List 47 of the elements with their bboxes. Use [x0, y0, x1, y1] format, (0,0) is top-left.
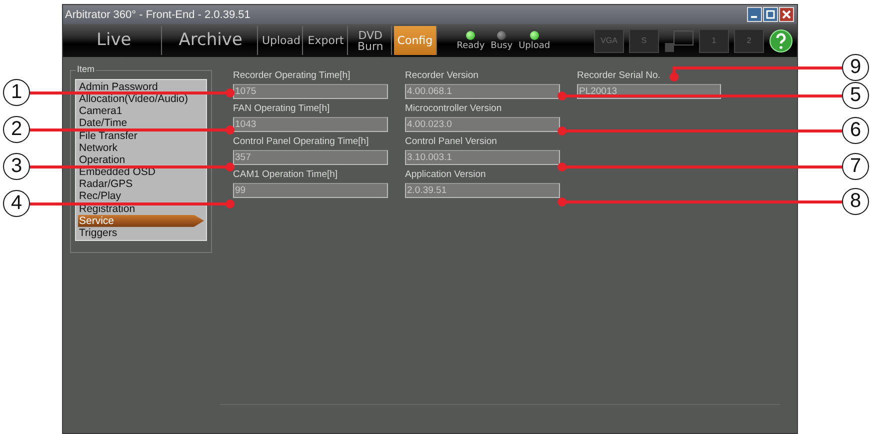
callout-number: 9: [842, 54, 869, 81]
nav-tab[interactable]: Archive: [164, 26, 258, 55]
nav-tab[interactable]: Export: [305, 26, 348, 55]
field-label: Application Version: [405, 169, 487, 181]
nav-tab[interactable]: DVD Burn: [350, 26, 392, 55]
field-label: CAM1 Operation Time[h]: [233, 169, 339, 181]
list-item[interactable]: Admin Password: [78, 81, 204, 94]
field-label: Recorder Serial No.: [577, 70, 662, 82]
list-item[interactable]: Service: [78, 214, 204, 227]
callout-number: 7: [842, 153, 869, 180]
field-label: Control Panel Version: [405, 136, 498, 148]
list-item[interactable]: Registration: [78, 202, 204, 215]
list-item[interactable]: Date/Time: [78, 117, 204, 130]
callout-number: 1: [3, 79, 30, 106]
list-item[interactable]: File Transfer: [78, 130, 204, 142]
field-label: Recorder Operating Time[h]: [233, 70, 352, 82]
maximize-icon: [766, 10, 775, 19]
help-icon[interactable]: [769, 28, 794, 52]
field-label: FAN Operating Time[h]: [233, 103, 331, 115]
callout-number: 5: [842, 82, 869, 109]
field-label: Control Panel Operating Time[h]: [233, 136, 370, 148]
window-title: Arbitrator 360° - Front-End - 2.0.39.51: [65, 8, 250, 20]
list-item[interactable]: Allocation(Video/Audio): [78, 93, 204, 106]
status-label: Upload: [518, 40, 550, 50]
callout-number: 3: [3, 153, 30, 180]
maximize-button[interactable]: [763, 7, 778, 22]
callout-number: 6: [842, 117, 869, 144]
nav-tab[interactable]: Upload: [260, 26, 304, 55]
field-label: Microcontroller Version: [405, 103, 503, 115]
field-label: Recorder Version: [405, 70, 480, 82]
callout-number: 8: [842, 188, 869, 215]
list-item[interactable]: Triggers: [78, 226, 204, 240]
callout-number: 2: [3, 116, 30, 143]
list-item[interactable]: Camera1: [78, 105, 204, 118]
list-item[interactable]: Radar/GPS: [78, 178, 204, 190]
list-item[interactable]: Network: [78, 142, 204, 154]
close-icon: [782, 10, 791, 19]
nav-tab[interactable]: Live: [67, 26, 162, 55]
status-label: Ready: [456, 40, 485, 50]
callout-number: 4: [3, 190, 30, 217]
picture-in-picture-icon[interactable]: [664, 28, 694, 52]
minimize-button[interactable]: [747, 7, 762, 22]
group-legend: Item: [76, 64, 96, 74]
list-item[interactable]: Operation: [78, 154, 204, 166]
status-label: Busy: [490, 40, 513, 50]
close-button[interactable]: [779, 7, 794, 22]
list-item[interactable]: Rec/Play: [78, 190, 204, 203]
